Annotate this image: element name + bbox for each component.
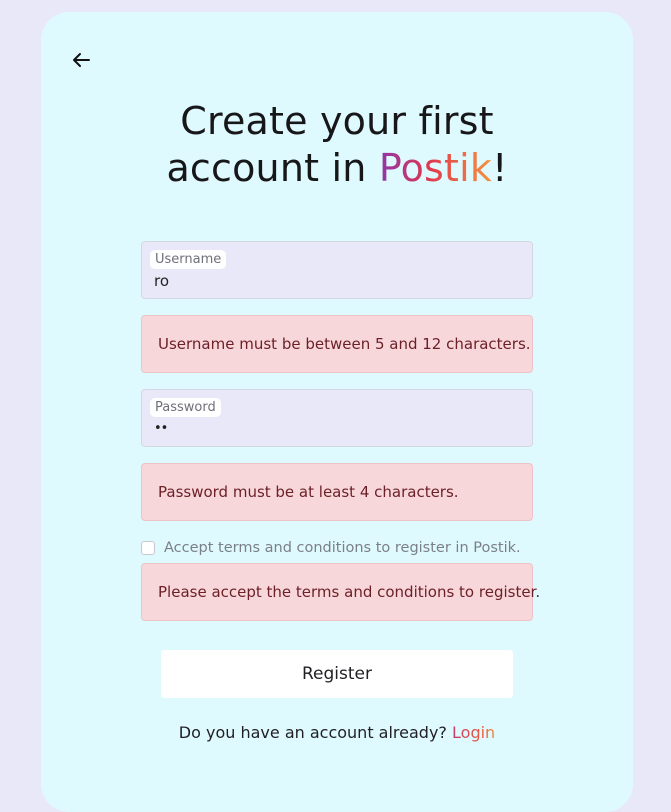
password-label: Password [150, 398, 221, 417]
terms-label[interactable]: Accept terms and conditions to register … [164, 540, 521, 556]
terms-row: Accept terms and conditions to register … [141, 538, 521, 558]
title-exclamation: ! [492, 146, 508, 190]
password-field[interactable]: Password •• [141, 389, 533, 447]
login-link[interactable]: Login [452, 723, 495, 742]
back-button[interactable] [69, 48, 93, 72]
brand-name: Postik [378, 146, 493, 190]
username-input[interactable] [154, 271, 514, 291]
terms-error-alert: Please accept the terms and conditions t… [141, 563, 540, 621]
username-field[interactable]: Username [141, 241, 533, 299]
login-prompt-text: Do you have an account already? [178, 723, 453, 742]
page-title: Create your first account in Postik! [41, 98, 633, 192]
arrow-left-icon [73, 53, 90, 67]
terms-checkbox[interactable] [141, 541, 155, 555]
title-line-2: account in [166, 146, 379, 190]
username-label: Username [150, 250, 227, 269]
register-button[interactable]: Register [161, 650, 513, 698]
password-input[interactable]: •• [154, 419, 514, 439]
login-prompt: Do you have an account already? Login [41, 723, 633, 742]
register-card: Create your first account in Postik! Use… [41, 12, 633, 812]
title-line-1: Create your first [180, 99, 494, 143]
password-error-text: Password must be at least 4 characters. [158, 483, 459, 501]
password-error-alert: Password must be at least 4 characters. [141, 463, 533, 521]
username-error-alert: Username must be between 5 and 12 charac… [141, 315, 533, 373]
terms-error-text: Please accept the terms and conditions t… [158, 583, 541, 601]
username-error-text: Username must be between 5 and 12 charac… [158, 335, 531, 353]
